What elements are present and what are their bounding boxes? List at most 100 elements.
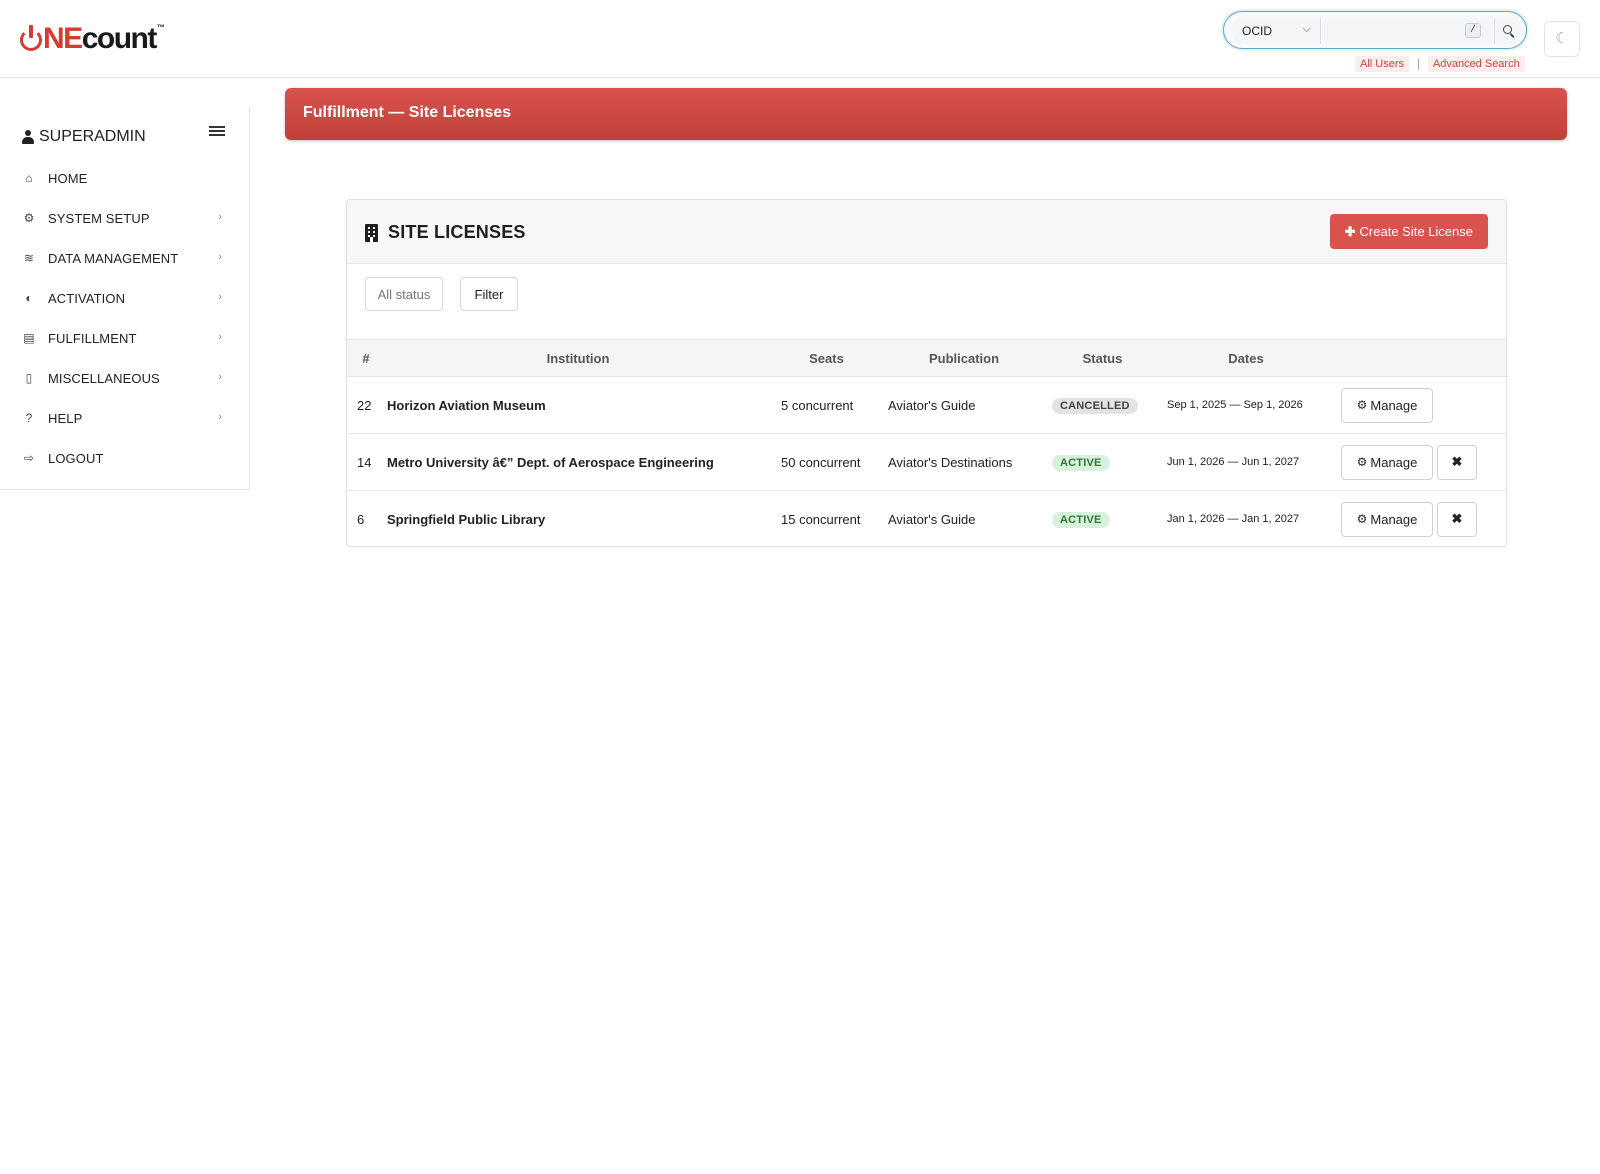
sidebar-nav: ⌂ HOME ⚙ SYSTEM SETUP › ≋ DATA MANAGEMEN… <box>0 158 249 478</box>
gear-icon: ⚙ <box>1356 512 1368 527</box>
license-dates: Sep 1, 2025 — Sep 1, 2026 <box>1167 399 1303 411</box>
sidebar-item-label: MISCELLANEOUS <box>48 370 160 386</box>
seats-value: 50 concurrent <box>781 454 861 470</box>
plus-icon: ✚ <box>1344 223 1356 239</box>
database-icon: ≋ <box>23 251 35 265</box>
sidebar-item-logout[interactable]: ⇨ LOGOUT <box>0 438 249 478</box>
license-id: 22 <box>357 397 372 413</box>
card-title: SITE LICENSES <box>365 222 526 243</box>
sidebar: SUPERADMIN ⌂ HOME ⚙ SYSTEM SETUP › ≋ DAT… <box>0 106 250 490</box>
table-row: 6 Springfield Public Library 15 concurre… <box>347 491 1506 548</box>
site-licenses-card: SITE LICENSES ✚ Create Site License All … <box>346 199 1507 547</box>
file-icon: ▯ <box>25 371 33 385</box>
column-header-dates[interactable]: Dates <box>1159 340 1333 377</box>
column-header-publication[interactable]: Publication <box>882 340 1046 377</box>
search-field-select[interactable]: OCID ⌵ <box>1231 18 1321 44</box>
chevron-right-icon: › <box>218 371 222 383</box>
license-id: 14 <box>357 454 372 470</box>
status-badge: CANCELLED <box>1052 397 1138 414</box>
close-icon: ✖ <box>1451 454 1463 469</box>
sidebar-item-help[interactable]: ? HELP › <box>0 398 249 438</box>
user-icon <box>22 130 34 144</box>
link-separator: | <box>1417 58 1420 70</box>
sidebar-item-miscellaneous[interactable]: ▯ MISCELLANEOUS › <box>0 358 249 398</box>
delete-button[interactable]: ✖ <box>1437 501 1477 537</box>
license-id: 6 <box>357 511 365 527</box>
chevron-right-icon: › <box>218 331 222 343</box>
status-filter-select[interactable]: All status <box>365 277 443 311</box>
gear-icon: ⚙ <box>1356 398 1368 412</box>
site-licenses-table: # Institution Seats Publication Status D… <box>347 339 1506 548</box>
search-button[interactable] <box>1494 18 1522 44</box>
column-header-actions <box>1333 340 1506 377</box>
home-icon: ⌂ <box>25 171 33 185</box>
menu-toggle-icon[interactable] <box>209 126 225 139</box>
row-actions: ⚙ Manage ✖ <box>1333 444 1506 480</box>
question-icon: ? <box>25 411 33 425</box>
column-header-seats[interactable]: Seats <box>771 340 882 377</box>
user-label: SUPERADMIN <box>22 128 146 146</box>
moon-icon: ☾ <box>1555 30 1569 47</box>
chevron-right-icon: › <box>218 211 222 223</box>
building-icon <box>365 223 378 242</box>
onecount-logo[interactable]: NE count ™ <box>20 22 165 54</box>
top-header: NE count ™ OCID ⌵ / All Users | Advanced… <box>0 0 1600 78</box>
table-header-row: # Institution Seats Publication Status D… <box>347 339 1506 377</box>
publication-name: Aviator's Guide <box>888 397 976 413</box>
publication-name: Aviator's Destinations <box>888 454 1013 470</box>
search-bar: OCID ⌵ / <box>1223 11 1527 49</box>
search-quick-links: All Users | Advanced Search <box>1355 56 1525 72</box>
sidebar-item-activation[interactable]: ◐ ACTIVATION › <box>0 278 249 318</box>
sidebar-item-label: SYSTEM SETUP <box>48 210 150 226</box>
seats-value: 15 concurrent <box>781 511 861 527</box>
chevron-down-icon: ⌵ <box>1302 23 1311 35</box>
chevron-right-icon: › <box>218 411 222 423</box>
sidebar-item-label: ACTIVATION <box>48 290 126 306</box>
page-header-banner: Fulfillment — Site Licenses <box>285 88 1567 140</box>
institution-name: Horizon Aviation Museum <box>387 397 546 413</box>
sidebar-item-home[interactable]: ⌂ HOME <box>0 158 249 198</box>
sidebar-item-label: DATA MANAGEMENT <box>48 250 179 266</box>
power-icon <box>20 25 42 51</box>
manage-button[interactable]: ⚙ Manage <box>1341 501 1433 537</box>
page-title: Fulfillment — Site Licenses <box>303 104 512 121</box>
license-dates: Jan 1, 2026 — Jan 1, 2027 <box>1167 513 1300 526</box>
sidebar-item-system-setup[interactable]: ⚙ SYSTEM SETUP › <box>0 198 249 238</box>
seats-value: 5 concurrent <box>781 397 854 413</box>
column-header-id[interactable]: # <box>347 340 385 377</box>
column-header-status[interactable]: Status <box>1046 340 1159 377</box>
manage-button[interactable]: ⚙ Manage <box>1341 387 1433 423</box>
close-icon: ✖ <box>1451 511 1463 527</box>
card-header: SITE LICENSES ✚ Create Site License <box>347 200 1506 264</box>
filter-row: All status Filter <box>365 277 518 311</box>
column-header-institution[interactable]: Institution <box>385 340 771 377</box>
advanced-search-link[interactable]: Advanced Search <box>1427 56 1525 72</box>
all-users-link[interactable]: All Users <box>1355 56 1410 72</box>
table-row: 22 Horizon Aviation Museum 5 concurrent … <box>347 377 1506 434</box>
gear-icon: ⚙ <box>23 211 35 225</box>
manage-button[interactable]: ⚙ Manage <box>1341 444 1433 480</box>
create-site-license-button[interactable]: ✚ Create Site License <box>1329 214 1488 249</box>
filter-button[interactable]: Filter <box>460 277 518 311</box>
institution-name: Metro University â€” Dept. of Aerospace … <box>387 454 714 470</box>
sign-out-icon: ⇨ <box>23 451 35 465</box>
row-actions: ⚙ Manage ✖ <box>1333 501 1506 537</box>
newspaper-icon: ▤ <box>23 331 35 345</box>
gear-icon: ⚙ <box>1356 455 1368 469</box>
status-badge: ACTIVE <box>1052 511 1110 528</box>
sidebar-item-fulfillment[interactable]: ▤ FULFILLMENT › <box>0 318 249 358</box>
chevron-right-icon: › <box>218 291 222 303</box>
theme-toggle-button[interactable]: ☾ <box>1544 21 1580 57</box>
institution-name: Springfield Public Library <box>387 511 546 527</box>
sidebar-item-data-management[interactable]: ≋ DATA MANAGEMENT › <box>0 238 249 278</box>
delete-button[interactable]: ✖ <box>1437 444 1477 480</box>
chevron-right-icon: › <box>218 251 222 263</box>
table-row: 14 Metro University â€” Dept. of Aerospa… <box>347 434 1506 491</box>
search-icon <box>1503 25 1512 34</box>
license-dates: Jun 1, 2026 — Jun 1, 2027 <box>1167 456 1300 468</box>
toggle-icon: ◐ <box>25 291 33 305</box>
sidebar-item-label: LOGOUT <box>48 450 104 466</box>
keyboard-shortcut-badge: / <box>1465 23 1481 38</box>
row-actions: ⚙ Manage <box>1333 387 1506 423</box>
status-badge: ACTIVE <box>1052 454 1110 471</box>
